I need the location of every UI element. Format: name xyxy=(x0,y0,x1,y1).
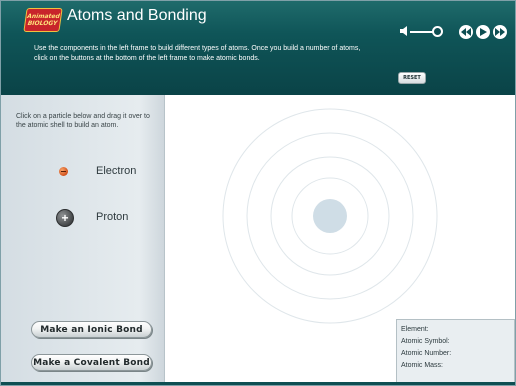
logo-line2: BIOLOGY xyxy=(27,20,58,27)
atomic-mass-label: Atomic Mass: xyxy=(401,362,444,369)
nucleus[interactable] xyxy=(313,199,347,233)
atomic-number-label: Atomic Number: xyxy=(401,350,452,357)
fast-forward-icon xyxy=(495,28,505,36)
bottom-bar xyxy=(1,382,515,385)
logo-line1: Animated xyxy=(26,13,61,20)
volume-slider-knob[interactable] xyxy=(432,26,443,37)
play-icon xyxy=(480,28,487,36)
instructions-text: Use the components in the left frame to … xyxy=(34,45,361,62)
app-title: Atoms and Bonding xyxy=(67,7,207,24)
fast-forward-button[interactable] xyxy=(493,25,507,39)
atomic-symbol-label: Atomic Symbol: xyxy=(401,338,450,345)
proton-icon[interactable]: + xyxy=(56,209,74,227)
animated-biology-logo: Animated BIOLOGY xyxy=(23,8,63,32)
make-covalent-bond-button[interactable]: Make a Covalent Bond xyxy=(31,354,152,371)
app-window: Animated BIOLOGY Atoms and Bonding Use t… xyxy=(0,0,516,386)
electron-label: Electron xyxy=(96,165,137,177)
components-panel: Click on a particle below and drag it ov… xyxy=(1,95,165,385)
rewind-button[interactable] xyxy=(459,25,473,39)
rewind-icon xyxy=(461,28,471,36)
proton-particle[interactable]: + Proton xyxy=(56,209,128,227)
speaker-icon[interactable] xyxy=(400,26,408,36)
electron-particle[interactable]: Electron xyxy=(59,165,136,177)
panel-instructions: Click on a particle below and drag it ov… xyxy=(16,113,150,129)
header-bar: Animated BIOLOGY Atoms and Bonding Use t… xyxy=(1,1,515,95)
play-button[interactable] xyxy=(476,25,490,39)
atom-info-box: Element: Atomic Symbol: Atomic Number: A… xyxy=(396,319,515,383)
make-ionic-bond-button[interactable]: Make an Ionic Bond xyxy=(31,321,152,338)
proton-label: Proton xyxy=(96,211,129,223)
reset-button[interactable]: RESET xyxy=(398,72,426,84)
electron-icon[interactable] xyxy=(59,167,68,176)
element-label: Element: xyxy=(401,326,429,333)
